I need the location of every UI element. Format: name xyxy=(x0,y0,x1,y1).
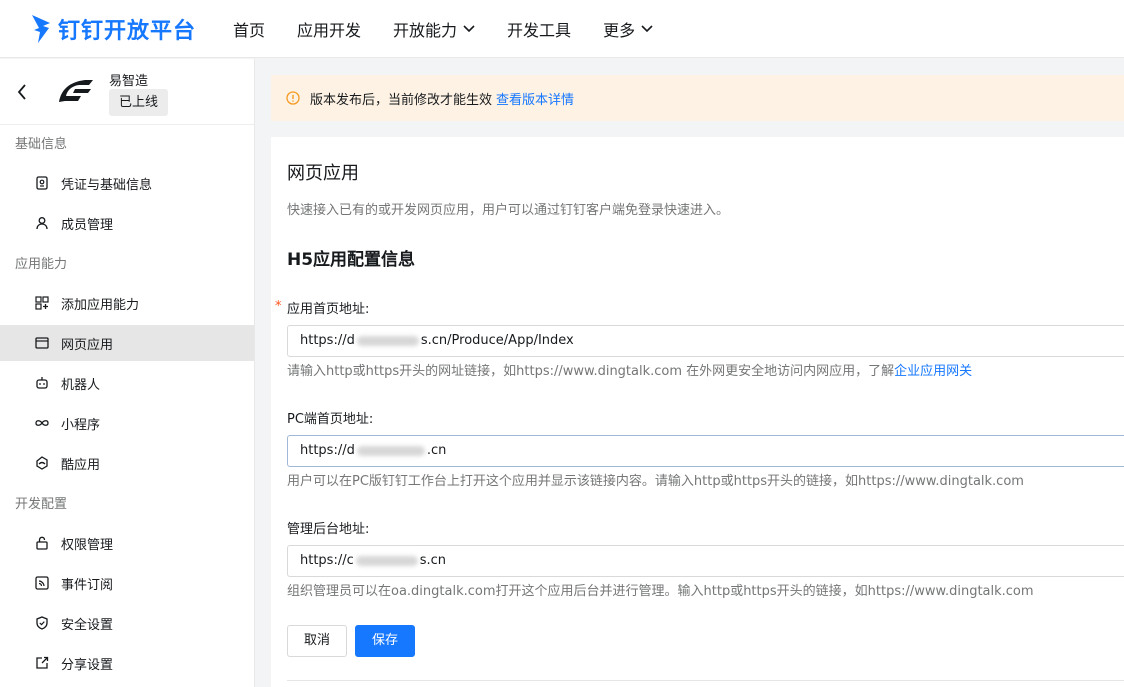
enterprise-gateway-link[interactable]: 企业应用网关 xyxy=(894,364,972,379)
sidebar-item-event-subscription[interactable]: 事件订阅 xyxy=(0,565,254,601)
sidebar-item-label: 安全设置 xyxy=(61,617,114,633)
required-mark: * xyxy=(275,299,282,314)
section-app-capabilities: 应用能力 xyxy=(15,257,68,272)
redacted-text xyxy=(356,445,425,456)
version-notice-banner: 版本发布后，当前修改才能生效 查看版本详情 xyxy=(271,75,1124,121)
sidebar: 易智造 已上线 基础信息 凭证与基础信息 成员管理 应用能力 添加应用能力 网页… xyxy=(0,59,255,687)
sidebar-item-cool-app[interactable]: 酷应用 xyxy=(0,445,254,481)
pc-homepage-url-help: 用户可以在PC版钉钉工作台上打开这个应用并显示该链接内容。请输入http或htt… xyxy=(287,474,1024,489)
nav-app-development[interactable]: 应用开发 xyxy=(297,17,361,41)
sidebar-item-label: 权限管理 xyxy=(61,537,114,553)
pc-homepage-url-label: PC端首页地址: xyxy=(287,412,374,427)
input-value-prefix: https://d xyxy=(300,443,355,458)
redacted-text xyxy=(355,555,418,566)
pc-homepage-url-input[interactable]: https://d .cn xyxy=(287,435,1124,467)
chevron-down-icon xyxy=(463,24,475,32)
nav-label: 应用开发 xyxy=(297,20,362,40)
brand-logo[interactable]: 钉钉开放平台 xyxy=(30,13,208,45)
redacted-text xyxy=(356,335,419,346)
nav-label: 首页 xyxy=(233,20,266,40)
app-status-badge: 已上线 xyxy=(109,89,169,116)
admin-url-help: 组织管理员可以在oa.dingtalk.com打开这个应用后台并进行管理。输入h… xyxy=(287,584,1034,599)
page-title: 网页应用 xyxy=(287,163,359,184)
brand-name: 钉钉开放平台 xyxy=(58,18,197,44)
cool-app-icon xyxy=(36,456,48,470)
sidebar-item-robot[interactable]: 机器人 xyxy=(0,365,254,401)
homepage-url-label: 应用首页地址: xyxy=(287,302,370,317)
section-dev-config: 开发配置 xyxy=(15,497,68,512)
admin-url-label: 管理后台地址: xyxy=(287,522,370,537)
browser-window-icon xyxy=(35,337,49,349)
sidebar-item-label: 酷应用 xyxy=(61,457,101,473)
warning-info-icon xyxy=(286,91,300,105)
shield-icon xyxy=(36,616,48,630)
homepage-url-input[interactable]: https://d s.cn/Produce/App/Index xyxy=(287,325,1124,357)
sidebar-item-add-capability[interactable]: 添加应用能力 xyxy=(0,285,254,321)
save-button[interactable]: 保存 xyxy=(355,625,415,657)
sidebar-item-label: 添加应用能力 xyxy=(61,297,140,313)
section-title-h5-config: H5应用配置信息 xyxy=(287,250,416,270)
input-value-suffix: .cn xyxy=(426,443,447,458)
nav-label: 开发工具 xyxy=(507,20,572,40)
chevron-down-icon xyxy=(641,24,653,32)
section-basic-info: 基础信息 xyxy=(15,137,68,152)
view-version-details-link[interactable]: 查看版本详情 xyxy=(496,89,574,108)
dingtalk-logo-icon xyxy=(32,14,50,43)
credential-icon xyxy=(36,176,48,190)
robot-icon xyxy=(36,377,48,389)
sidebar-item-credentials[interactable]: 凭证与基础信息 xyxy=(0,165,254,201)
sidebar-item-share[interactable]: 分享设置 xyxy=(0,645,254,681)
web-app-config-card: 网页应用 快速接入已有的或开发网页应用，用户可以通过钉钉客户端免登录快速进入。 … xyxy=(271,137,1124,687)
app-logo-icon xyxy=(59,80,93,102)
app-header: 易智造 已上线 xyxy=(0,59,254,125)
sidebar-item-permissions[interactable]: 权限管理 xyxy=(0,525,254,561)
divider xyxy=(287,680,1124,681)
infinity-icon xyxy=(35,420,49,426)
user-icon xyxy=(36,217,48,230)
sidebar-item-web-app[interactable]: 网页应用 xyxy=(0,325,254,361)
sidebar-item-label: 小程序 xyxy=(61,417,101,433)
sidebar-item-label: 凭证与基础信息 xyxy=(61,177,153,193)
nav-label: 更多 xyxy=(603,20,636,40)
notice-text: 版本发布后，当前修改才能生效 xyxy=(310,92,493,108)
sidebar-item-mini-program[interactable]: 小程序 xyxy=(0,405,254,441)
sidebar-item-members[interactable]: 成员管理 xyxy=(0,205,254,241)
nav-open-capabilities[interactable]: 开放能力 xyxy=(393,17,475,41)
sidebar-item-label: 网页应用 xyxy=(61,337,114,353)
nav-home[interactable]: 首页 xyxy=(233,17,265,41)
sidebar-item-label: 分享设置 xyxy=(61,657,114,673)
nav-dev-tools[interactable]: 开发工具 xyxy=(507,17,571,41)
cancel-button[interactable]: 取消 xyxy=(287,625,347,657)
input-value-suffix: s.cn/Produce/App/Index xyxy=(420,333,574,348)
help-text: 请输入http或https开头的网址链接，如https://www.dingta… xyxy=(287,364,895,379)
input-value-prefix: https://d xyxy=(300,333,355,348)
admin-url-input[interactable]: https://c s.cn xyxy=(287,545,1124,577)
back-arrow-icon[interactable] xyxy=(14,82,30,102)
homepage-url-help: 请输入http或https开头的网址链接，如https://www.dingta… xyxy=(287,360,972,379)
input-value-prefix: https://c xyxy=(300,553,354,568)
sidebar-item-label: 机器人 xyxy=(61,377,101,393)
top-navigation: 钉钉开放平台 首页 应用开发 开放能力 开发工具 更多 xyxy=(0,0,1124,58)
sidebar-item-label: 成员管理 xyxy=(61,217,114,233)
input-value-suffix: s.cn xyxy=(419,553,447,568)
page-description: 快速接入已有的或开发网页应用，用户可以通过钉钉客户端免登录快速进入。 xyxy=(287,203,730,218)
app-name: 易智造 xyxy=(109,74,149,89)
nav-more[interactable]: 更多 xyxy=(603,17,653,41)
nav-label: 开放能力 xyxy=(393,20,458,40)
main-nav: 首页 应用开发 开放能力 开发工具 更多 xyxy=(233,17,685,41)
add-capability-icon xyxy=(35,296,49,310)
sidebar-item-label: 事件订阅 xyxy=(61,577,114,593)
rss-icon xyxy=(35,576,49,590)
lock-icon xyxy=(36,536,48,550)
sidebar-item-security[interactable]: 安全设置 xyxy=(0,605,254,641)
share-icon xyxy=(36,656,49,669)
